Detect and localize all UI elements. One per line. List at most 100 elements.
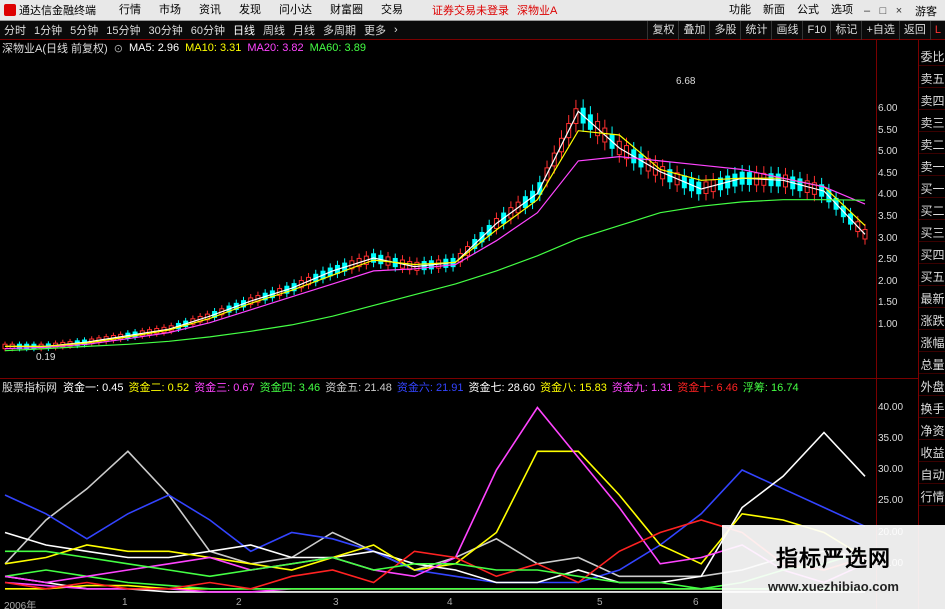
indicator-value: 28.60 [507,382,536,394]
indicator-value: 0.67 [233,382,255,394]
menu-item-quotes[interactable]: 行情 [110,0,150,21]
indicator-value: 21.48 [364,382,392,394]
chevron-right-icon[interactable]: › [390,24,402,36]
period-60min[interactable]: 60分钟 [187,22,229,38]
indicator-tick: 35.00 [878,432,904,444]
maximize-icon[interactable]: □ [875,5,891,17]
indicator-legend-3: 资金三: 0.67 [194,379,255,395]
quote-field-3: 卖四 [919,94,945,110]
watermark-url: www.xuezhibiao.com [768,579,899,594]
indicator-value: 0.52 [167,382,190,394]
date-tick: 1 [122,597,128,608]
price-tick: 5.00 [878,146,898,158]
indicator-label: 资金十: [677,382,714,394]
f10-button[interactable]: F10 [802,21,830,40]
quote-field-6: 卖一 [919,160,945,176]
menu-item-wealth[interactable]: 财富圈 [321,0,372,21]
menu-item-discover[interactable]: 发现 [230,0,270,21]
login-notice[interactable]: 证券交易未登录 [432,2,509,18]
axis-divider [876,40,877,609]
indicator-legend-1: 资金一: 0.45 [63,379,124,395]
close-icon[interactable]: × [891,5,907,17]
indicator-label: 资金七: [468,382,505,394]
indicator-tick: 25.00 [878,495,904,507]
ma60-label: MA60: [309,42,342,54]
ma5-label: MA5: [128,42,155,54]
stats-button[interactable]: 统计 [740,21,771,40]
quote-field-20[interactable]: 自动 [919,466,945,484]
indicator-legend-9: 资金九: 1.31 [612,379,673,395]
series-line-MA10 [5,130,866,347]
price-tick: 4.50 [878,167,898,179]
series-line-MA60 [4,199,866,352]
menu-item-market[interactable]: 市场 [150,0,190,21]
period-5min[interactable]: 5分钟 [66,22,102,38]
mark-button[interactable]: 标记 [830,21,861,40]
indicator-legend-10: 资金十: 6.46 [677,379,738,395]
period-monthly[interactable]: 月线 [289,22,319,38]
add-watchlist-button[interactable]: +自选 [861,21,898,40]
overlay-button[interactable]: 叠加 [678,21,709,40]
sub-legend: 股票指标网 资金一: 0.45 资金二: 0.52 资金三: 0.67 资金四: 3.… [2,379,799,395]
menu-item-news[interactable]: 资讯 [190,0,230,21]
period-more[interactable]: 更多 [360,22,390,38]
ma10-label: MA10: [185,42,217,54]
indicator-label: 浮筹: [742,382,768,394]
price-tick: 2.00 [878,275,898,287]
date-tick: 2 [236,597,242,608]
period-weekly[interactable]: 周线 [259,22,289,38]
period-daily[interactable]: 日线 [229,22,259,38]
multi-stock-button[interactable]: 多股 [709,21,740,40]
menu-item-ask[interactable]: 问小达 [270,0,321,21]
period-30min[interactable]: 30分钟 [145,22,187,38]
quote-field-2: 卖五 [919,72,945,88]
price-tick: 1.50 [878,297,898,309]
quote-field-12: 最新 [919,292,945,308]
period-multi[interactable]: 多周期 [319,22,360,38]
price-chart[interactable]: 6.68 0.19 [0,56,877,378]
ma20-value: 3.82 [282,42,304,54]
quote-panel: 委比 卖五 卖四 卖三 卖二 卖一 买一 买二 买三 买四 买五 最新 涨跌 涨幅 总量 外盘 换手 净资 收益 自动… [918,40,945,609]
indicator-legend-7: 资金七: 28.60 [469,379,536,395]
period-minute[interactable]: 分时 [0,22,30,38]
draw-button[interactable]: 画线 [771,21,802,40]
ma60-value: 3.89 [344,42,366,54]
main-legend: 深物业A(日线 前复权) ⊙ MA5: 2.96 MA10: 3.31 MA20… [2,40,366,56]
sub-chart-title: 股票指标网 [2,382,57,394]
high-annotation: 6.68 [676,76,696,87]
indicator-label: 资金三: [194,382,231,394]
main-chart-title: 深物业A(日线 前复权) [2,43,108,55]
menu-item-function[interactable]: 功能 [723,0,757,21]
quote-field-21[interactable]: 行情 [919,488,945,506]
date-tick: 2006年 [4,601,37,609]
period-1min[interactable]: 1分钟 [30,22,66,38]
adjust-button[interactable]: 复权 [647,21,678,40]
price-tick: 6.00 [878,103,898,115]
quote-field-14: 涨幅 [919,336,945,352]
period-toolbar: 分时 1分钟 5分钟 15分钟 30分钟 60分钟 日线 周线 月线 多周期 更… [0,21,945,40]
indicator-tick: 30.00 [878,464,904,475]
app-title: 通达信金融终端 [19,5,96,17]
menu-item-layout[interactable]: 新面 [757,0,791,21]
menu-item-formula[interactable]: 公式 [791,0,825,21]
back-button[interactable]: 返回 [898,21,930,40]
minimize-icon[interactable]: – [859,5,875,17]
indicator-value: 1.31 [650,382,673,394]
date-tick: 5 [597,597,603,608]
menu-item-options[interactable]: 选项 [825,0,859,21]
indicator-label: 资金二: [128,382,165,394]
indicator-label: 资金一: [63,382,100,394]
guest-label[interactable]: 游客 [907,3,945,19]
app-logo: 通达信金融终端 [0,2,110,18]
corner-label[interactable]: L [929,21,945,40]
date-tick: 4 [447,597,453,608]
settings-icon[interactable]: ⊙ [114,42,123,55]
period-15min[interactable]: 15分钟 [102,22,144,38]
series-line-MA5 [5,110,866,347]
stock-name: 深物业A [517,5,558,17]
menu-item-trade[interactable]: 交易 [372,0,412,21]
indicator-legend-6: 资金六: 21.91 [397,379,464,395]
quote-field-7: 买一 [919,182,945,198]
indicator-label: 资金九: [611,382,648,394]
indicator-legend-8: 资金八: 15.83 [540,379,607,395]
